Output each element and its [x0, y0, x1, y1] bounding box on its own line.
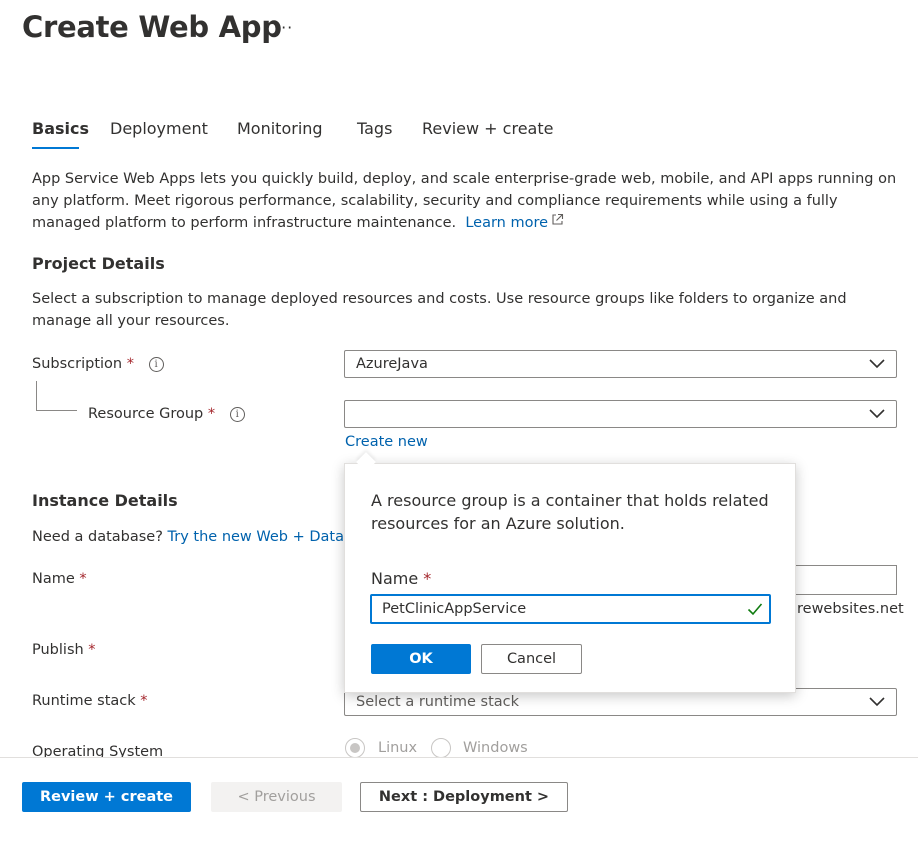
resource-group-label-text: Resource Group: [88, 406, 204, 422]
create-new-link[interactable]: Create new: [345, 431, 428, 453]
subscription-value: AzureJava: [356, 356, 428, 372]
ok-button[interactable]: OK: [371, 644, 471, 674]
required-asterisk: *: [88, 642, 96, 658]
chevron-down-icon: [869, 359, 885, 369]
callout-description: A resource group is a container that hol…: [371, 491, 769, 533]
resource-group-name-input[interactable]: PetClinicAppService: [370, 594, 771, 624]
cancel-button[interactable]: Cancel: [481, 644, 582, 674]
callout-beak-mask: [345, 466, 385, 478]
domain-suffix: rewebsites.net: [797, 601, 904, 617]
external-link-icon: [552, 213, 564, 225]
active-tab-indicator: [32, 147, 79, 149]
required-asterisk: *: [207, 406, 216, 422]
tab-monitoring[interactable]: Monitoring: [237, 119, 323, 138]
tree-connector-horizontal: [36, 410, 77, 411]
info-icon[interactable]: i: [229, 407, 245, 422]
instance-details-title: Instance Details: [32, 491, 178, 510]
resource-group-name-value: PetClinicAppService: [382, 601, 527, 617]
name-label: Name *: [32, 571, 87, 587]
previous-button: < Previous: [211, 782, 342, 812]
callout-name-label: Name *: [371, 569, 431, 588]
subscription-dropdown[interactable]: AzureJava: [344, 350, 897, 378]
info-icon[interactable]: i: [148, 357, 164, 372]
resource-group-label: Resource Group * i: [88, 406, 245, 422]
publish-label-text: Publish: [32, 642, 84, 658]
required-asterisk: *: [79, 571, 87, 587]
checkmark-icon: [747, 603, 763, 616]
need-database-text: Need a database? Try the new Web + Datab: [32, 526, 353, 548]
name-label-text: Name: [32, 571, 75, 587]
subscription-label: Subscription * i: [32, 356, 164, 372]
os-windows-label: Windows: [463, 740, 528, 756]
chevron-down-icon: [869, 409, 885, 419]
learn-more-label: Learn more: [465, 215, 549, 231]
required-asterisk: *: [126, 356, 134, 372]
page-title: Create Web App: [22, 10, 282, 44]
resource-group-dropdown[interactable]: [344, 400, 897, 428]
publish-label: Publish *: [32, 642, 96, 658]
runtime-stack-label-text: Runtime stack: [32, 693, 136, 709]
subscription-label-text: Subscription: [32, 356, 123, 372]
runtime-stack-placeholder: Select a runtime stack: [356, 694, 520, 710]
need-database-label: Need a database?: [32, 529, 163, 545]
required-asterisk: *: [423, 569, 432, 588]
try-web-database-link[interactable]: Try the new Web + Datab: [168, 529, 354, 545]
runtime-stack-label: Runtime stack *: [32, 693, 148, 709]
callout-name-label-text: Name: [371, 569, 419, 588]
project-details-title: Project Details: [32, 254, 165, 273]
tab-basics[interactable]: Basics: [32, 119, 89, 138]
more-options-icon[interactable]: ···: [275, 18, 293, 37]
required-asterisk: *: [140, 693, 148, 709]
review-create-button[interactable]: Review + create: [22, 782, 191, 812]
tree-connector-vertical: [36, 381, 37, 411]
os-linux-radio[interactable]: [345, 738, 365, 758]
chevron-down-icon: [869, 697, 885, 707]
tab-tags[interactable]: Tags: [357, 119, 392, 138]
next-deployment-button[interactable]: Next : Deployment >: [360, 782, 568, 812]
os-linux-label: Linux: [378, 740, 418, 756]
intro-text: App Service Web Apps lets you quickly bu…: [32, 168, 902, 234]
project-details-description: Select a subscription to manage deployed…: [32, 291, 847, 329]
tab-deployment[interactable]: Deployment: [110, 119, 208, 138]
os-windows-radio[interactable]: [431, 738, 451, 758]
footer-divider: [0, 757, 918, 758]
tab-review-create[interactable]: Review + create: [422, 119, 553, 138]
learn-more-link[interactable]: Learn more: [465, 213, 564, 231]
